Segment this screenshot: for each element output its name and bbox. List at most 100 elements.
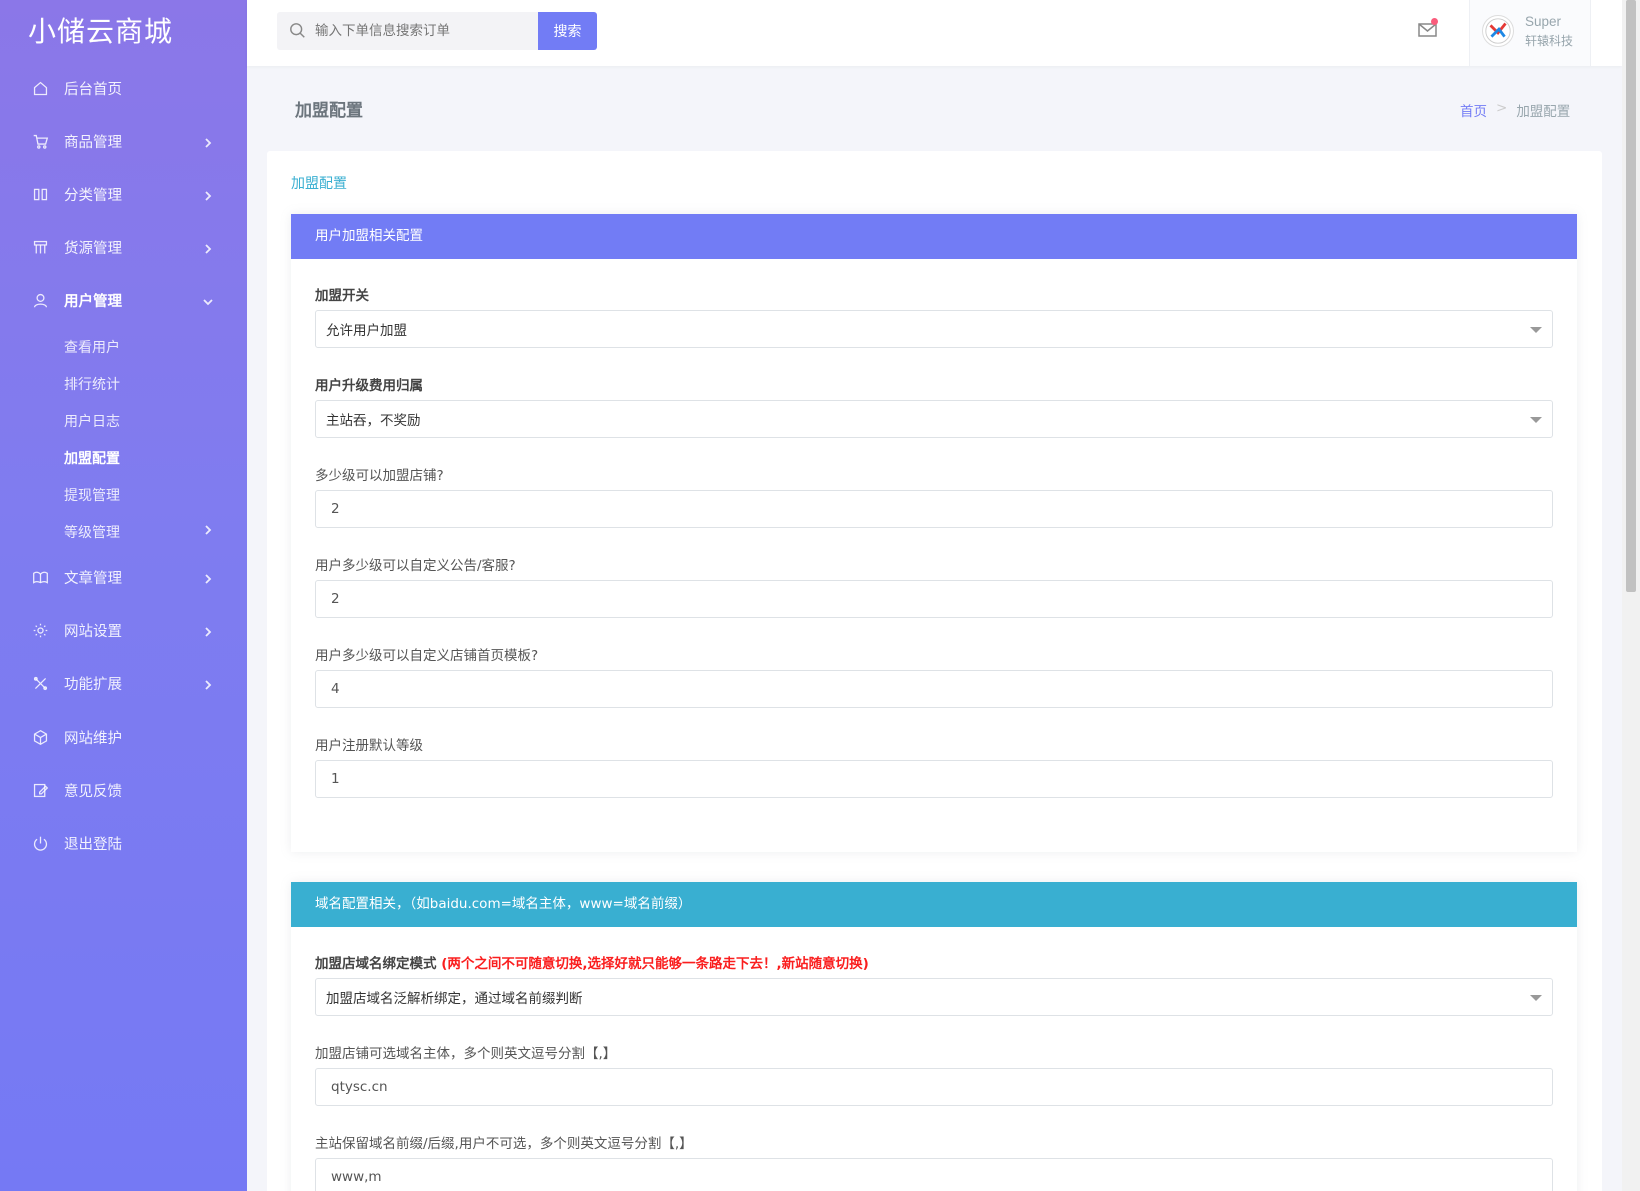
- field-label: 加盟开关: [315, 288, 369, 304]
- home-icon: [31, 79, 49, 97]
- sidebar-item-label: 后台首页: [64, 81, 122, 98]
- field-label: 用户升级费用归属: [315, 378, 423, 394]
- notice-level-input[interactable]: 2: [315, 580, 1553, 618]
- sidebar-item-label: 功能扩展: [64, 676, 122, 693]
- search-input[interactable]: [315, 12, 535, 50]
- sidebar-item-categories[interactable]: 分类管理: [0, 174, 247, 214]
- sidebar-item-label: 货源管理: [64, 240, 122, 257]
- section-franchise: 用户加盟相关配置 加盟开关 允许用户加盟 用户升级费用归属 主站吞，不奖励 多少…: [291, 214, 1577, 852]
- field-label-text: 加盟店域名绑定模式: [315, 956, 437, 972]
- domain-subject-input[interactable]: qtysc.cn: [315, 1068, 1553, 1106]
- sidebar-item-site-settings[interactable]: 网站设置: [0, 610, 247, 650]
- user-icon: [31, 291, 49, 309]
- field-label: 多少级可以加盟店铺?: [315, 468, 444, 484]
- select-value: 允许用户加盟: [326, 323, 407, 339]
- chevron-right-icon: [202, 570, 216, 584]
- page-scrollbar[interactable]: [1622, 0, 1640, 1191]
- search-button[interactable]: 搜索: [538, 12, 597, 50]
- chevron-right-icon: [202, 676, 216, 690]
- upgrade-fee-select[interactable]: 主站吞，不奖励: [315, 400, 1553, 438]
- template-level-input[interactable]: 4: [315, 670, 1553, 708]
- book-icon: [31, 568, 49, 586]
- domain-mode-select[interactable]: 加盟店域名泛解析绑定，通过域名前缀判断: [315, 978, 1553, 1016]
- field-label: 主站保留域名前缀/后缀,用户不可选，多个则英文逗号分割【,】: [315, 1136, 693, 1152]
- sidebar-item-label: 意见反馈: [64, 783, 122, 800]
- chevron-right-icon: [202, 524, 214, 540]
- sidebar: 小储云商城 后台首页 商品管理 分类管理 货源管理 用户管理 查看用户 排行统计…: [0, 0, 247, 1191]
- sidebar-item-articles[interactable]: 文章管理: [0, 557, 247, 597]
- chevron-down-icon: [202, 293, 216, 307]
- input-value: 1: [331, 771, 340, 787]
- topbar: 搜索 Super 轩辕科技: [247, 0, 1622, 66]
- sidebar-item-label: 文章管理: [64, 570, 122, 587]
- caret-down-icon: [1530, 327, 1542, 333]
- brand-logo: 小储云商城: [28, 15, 174, 48]
- sidebar-item-feedback[interactable]: 意见反馈: [0, 770, 247, 810]
- chevron-right-icon: [202, 623, 216, 637]
- sidebar-item-extensions[interactable]: 功能扩展: [0, 663, 247, 703]
- breadcrumb-separator: >: [1496, 100, 1508, 116]
- user-org: 轩辕科技: [1525, 34, 1574, 48]
- sidebar-subitem-levels[interactable]: 等级管理: [64, 520, 234, 544]
- section-header: 用户加盟相关配置: [291, 214, 1577, 259]
- card-title: 加盟配置: [291, 176, 347, 192]
- power-icon: [31, 834, 49, 852]
- user-name: Super: [1525, 14, 1562, 29]
- breadcrumb-home[interactable]: 首页: [1460, 100, 1487, 120]
- field-label: 加盟店域名绑定模式 (两个之间不可随意切换,选择好就只能够一条路走下去！,新站随…: [315, 952, 869, 972]
- franchise-level-input[interactable]: 2: [315, 490, 1553, 528]
- sidebar-subitem-ranking[interactable]: 排行统计: [64, 372, 234, 396]
- input-value: 4: [331, 681, 340, 697]
- sidebar-item-label: 商品管理: [64, 134, 122, 151]
- sidebar-item-label: 网站设置: [64, 623, 122, 640]
- grid-icon: [31, 238, 49, 256]
- sidebar-item-products[interactable]: 商品管理: [0, 121, 247, 161]
- chevron-right-icon: [202, 187, 216, 201]
- sidebar-item-maintenance[interactable]: 网站维护: [0, 717, 247, 757]
- sidebar-item-users[interactable]: 用户管理: [0, 280, 247, 320]
- sidebar-subitem-user-log[interactable]: 用户日志: [64, 409, 234, 433]
- sidebar-item-label: 用户管理: [64, 293, 122, 310]
- sidebar-item-sources[interactable]: 货源管理: [0, 227, 247, 267]
- chevron-right-icon: [202, 240, 216, 254]
- page-title: 加盟配置: [295, 101, 363, 121]
- field-label: 用户多少级可以自定义公告/客服?: [315, 558, 516, 574]
- input-value: qtysc.cn: [331, 1079, 388, 1095]
- select-value: 加盟店域名泛解析绑定，通过域名前缀判断: [326, 991, 583, 1007]
- reserved-prefix-input[interactable]: www,m: [315, 1158, 1553, 1191]
- sidebar-subitem-withdraw[interactable]: 提现管理: [64, 483, 234, 507]
- search-icon: [289, 22, 307, 40]
- input-value: www,m: [331, 1169, 382, 1185]
- sidebar-subitem-franchise-config[interactable]: 加盟配置: [64, 446, 234, 470]
- field-label: 用户注册默认等级: [315, 738, 423, 754]
- config-card: 加盟配置 用户加盟相关配置 加盟开关 允许用户加盟 用户升级费用归属 主站吞，不…: [267, 151, 1602, 1191]
- caret-down-icon: [1530, 995, 1542, 1001]
- sidebar-item-logout[interactable]: 退出登陆: [0, 823, 247, 863]
- user-menu[interactable]: Super 轩辕科技: [1469, 0, 1591, 66]
- franchise-switch-select[interactable]: 允许用户加盟: [315, 310, 1553, 348]
- input-value: 2: [331, 591, 340, 607]
- sidebar-item-label: 分类管理: [64, 187, 122, 204]
- scrollbar-thumb[interactable]: [1626, 0, 1636, 592]
- cart-icon: [31, 132, 49, 150]
- breadcrumb-current: 加盟配置: [1516, 104, 1571, 120]
- chevron-right-icon: [202, 134, 216, 148]
- section-domain: 域名配置相关，（如baidu.com=域名主体，www=域名前缀） 加盟店域名绑…: [291, 882, 1577, 1191]
- field-label: 加盟店铺可选域名主体，多个则英文逗号分割【,】: [315, 1046, 617, 1062]
- sidebar-item-label: 退出登陆: [64, 836, 122, 853]
- select-value: 主站吞，不奖励: [326, 413, 421, 429]
- avatar: [1482, 15, 1514, 47]
- section-header: 域名配置相关，（如baidu.com=域名主体，www=域名前缀）: [291, 882, 1577, 927]
- breadcrumb: 首页 > 加盟配置: [1460, 100, 1570, 120]
- gear-icon: [31, 621, 49, 639]
- sidebar-item-dashboard[interactable]: 后台首页: [0, 68, 247, 108]
- tools-icon: [31, 674, 49, 692]
- sidebar-subitem-view-users[interactable]: 查看用户: [64, 335, 234, 359]
- default-level-input[interactable]: 1: [315, 760, 1553, 798]
- field-label: 用户多少级可以自定义店铺首页模板?: [315, 648, 539, 664]
- sidebar-item-label: 等级管理: [64, 525, 120, 541]
- input-value: 2: [331, 501, 340, 517]
- cube-icon: [31, 728, 49, 746]
- warning-text: (两个之间不可随意切换,选择好就只能够一条路走下去！,新站随意切换): [441, 956, 869, 972]
- caret-down-icon: [1530, 417, 1542, 423]
